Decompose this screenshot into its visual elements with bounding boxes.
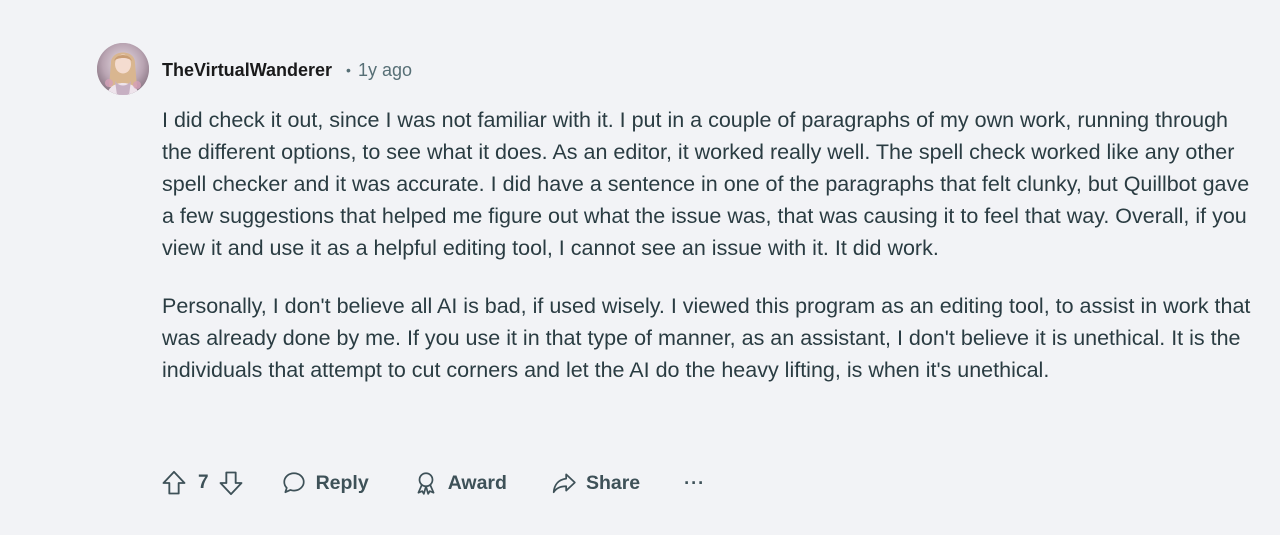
comment-body: I did check it out, since I was not fami… [162, 104, 1252, 412]
comment-actions: 7 Reply Award Share ··· [160, 465, 705, 501]
timestamp[interactable]: 1y ago [358, 60, 412, 81]
comment-paragraph: Personally, I don't believe all AI is ba… [162, 294, 1251, 382]
meta-separator: • [346, 62, 351, 78]
share-button[interactable]: Share [551, 470, 640, 496]
vote-count: 7 [198, 472, 209, 493]
downvote-button[interactable] [217, 469, 245, 497]
upvote-button[interactable] [160, 469, 188, 497]
arrow-down-icon [219, 471, 243, 496]
comment-meta: TheVirtualWanderer • 1y ago [162, 57, 412, 83]
arrow-up-icon [162, 470, 186, 495]
reply-button[interactable]: Reply [281, 470, 369, 496]
comment-paragraph: I did check it out, since I was not fami… [162, 108, 1250, 260]
comment: TheVirtualWanderer • 1y ago I did check … [0, 0, 1280, 535]
avatar[interactable] [97, 43, 149, 95]
award-button[interactable]: Award [413, 470, 507, 496]
username-link[interactable]: TheVirtualWanderer [162, 60, 332, 81]
award-icon [417, 472, 435, 495]
award-label: Award [447, 471, 507, 494]
share-arrow-icon [552, 473, 576, 494]
reply-label: Reply [315, 471, 369, 494]
more-options-button[interactable]: ··· [684, 473, 705, 494]
share-label: Share [585, 471, 641, 494]
comment-bubble-icon [282, 472, 305, 494]
avatar-image [97, 43, 149, 95]
more-options-icon: ··· [684, 472, 706, 493]
